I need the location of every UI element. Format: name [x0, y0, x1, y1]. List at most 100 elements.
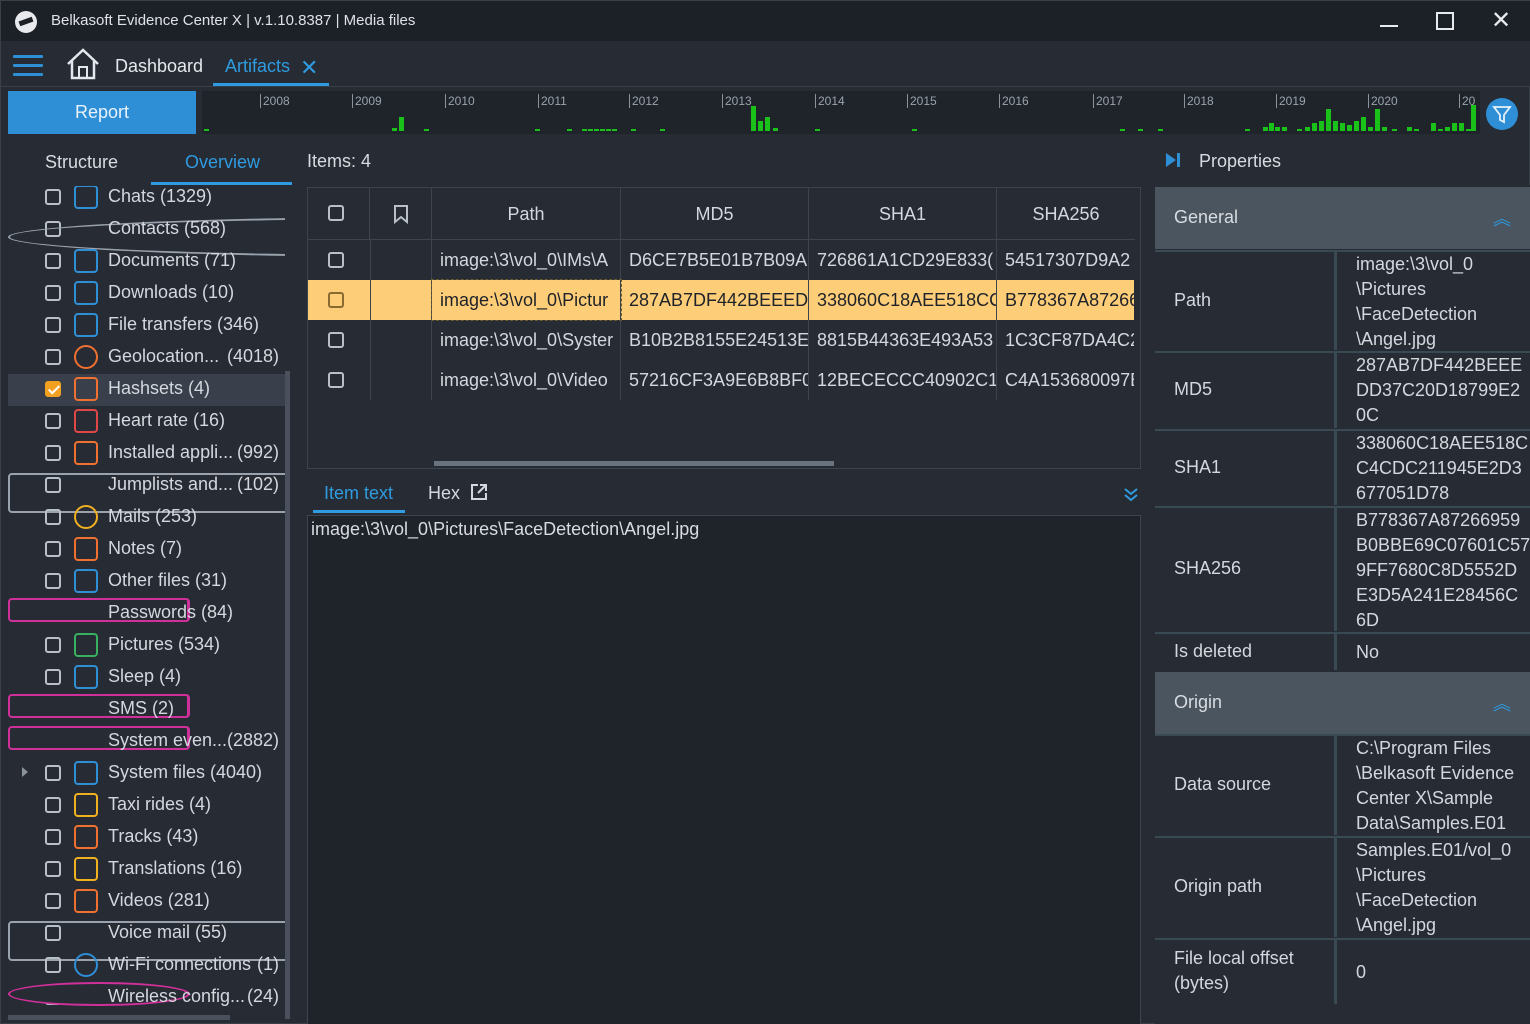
timeline-bar[interactable] [1431, 123, 1436, 131]
tab-dashboard[interactable]: Dashboard [115, 56, 203, 77]
tab-artifacts[interactable]: Artifacts [225, 56, 290, 77]
timeline-bar[interactable] [1452, 123, 1457, 131]
artifact-checkbox[interactable] [45, 765, 61, 781]
timeline-bar[interactable] [535, 129, 540, 131]
timeline-bar[interactable] [1382, 127, 1387, 131]
artifact-checkbox[interactable] [45, 541, 61, 557]
timeline-bar[interactable] [765, 117, 770, 131]
timeline-bar[interactable] [1319, 121, 1324, 131]
property-row[interactable]: Origin path Samples.E01/vol_0 \Pictures \Fa… [1155, 836, 1530, 937]
artifact-type-item[interactable]: Installed appli... (992) [8, 438, 285, 470]
table-row[interactable]: image:\3\vol_0\Pictur 287AB7DF442BEEEDI 33… [308, 279, 1134, 321]
artifact-type-item[interactable]: Other files (31) [8, 566, 285, 598]
item-text-view[interactable] [307, 515, 1141, 1024]
collapse-panel-icon[interactable] [1122, 485, 1140, 503]
timeline-bar[interactable] [1120, 129, 1125, 131]
timeline-bar[interactable] [1158, 129, 1163, 131]
timeline-bar[interactable] [758, 121, 763, 131]
artifact-type-item[interactable]: Geolocation... (4018) [8, 342, 285, 374]
row-bookmark-cell[interactable] [370, 280, 432, 320]
cell-sha1[interactable]: 12BECECCC40902C14 [809, 360, 997, 400]
property-row[interactable]: Is deleted No [1155, 632, 1530, 670]
timeline-bar[interactable] [1305, 127, 1310, 131]
artifact-checkbox[interactable] [45, 413, 61, 429]
timeline-bar[interactable] [424, 129, 429, 131]
grid-horizontal-scrollbar[interactable] [434, 461, 834, 466]
artifact-type-item[interactable]: Documents (71) [8, 246, 285, 278]
table-row[interactable]: image:\3\vol_0\Syster B10B2B8155E24513E 88… [308, 320, 1134, 360]
cell-md5[interactable]: B10B2B8155E24513E [621, 320, 809, 360]
artifact-checkbox[interactable] [45, 445, 61, 461]
timeline-bar[interactable] [751, 106, 756, 131]
artifact-checkbox[interactable] [45, 669, 61, 685]
timeline-bar[interactable] [1459, 123, 1464, 131]
column-header-sha1[interactable]: SHA1 [809, 188, 997, 240]
artifact-checkbox[interactable] [45, 381, 61, 397]
cell-path[interactable]: image:\3\vol_0\IMs\A [432, 240, 621, 280]
artifact-checkbox[interactable] [45, 797, 61, 813]
timeline-bar[interactable] [600, 129, 605, 131]
row-checkbox[interactable] [328, 332, 344, 348]
row-bookmark-cell[interactable] [370, 240, 432, 280]
left-vertical-scrollbar[interactable] [285, 371, 290, 1019]
timeline-bar[interactable] [1445, 127, 1450, 131]
timeline-bar[interactable] [1375, 109, 1380, 131]
cell-sha256[interactable]: C4A153680097E [997, 360, 1134, 400]
timeline-bar[interactable] [1340, 123, 1345, 131]
cell-md5[interactable]: 57216CF3A9E6B8BF0 [621, 360, 809, 400]
cell-path[interactable]: image:\3\vol_0\Pictur [431, 279, 622, 321]
timeline-bar[interactable] [1282, 127, 1287, 131]
artifact-checkbox[interactable] [45, 957, 61, 973]
timeline-bar[interactable] [588, 129, 593, 131]
cell-sha256[interactable]: 1C3CF87DA4C2 [997, 320, 1134, 360]
cell-md5[interactable]: 287AB7DF442BEEEDI [621, 280, 809, 320]
timeline-bar[interactable] [1297, 129, 1302, 131]
timeline-bar[interactable] [606, 129, 611, 131]
tab-hex[interactable]: Hex [428, 483, 460, 504]
artifact-type-item[interactable]: Taxi rides (4) [8, 790, 285, 822]
artifact-type-item[interactable]: Translations (16) [8, 854, 285, 886]
cell-sha256[interactable]: 54517307D9A2 [997, 240, 1134, 280]
timeline-bar[interactable] [1347, 125, 1352, 131]
artifact-type-item[interactable]: Mails (253) [8, 502, 285, 534]
artifact-checkbox[interactable] [45, 829, 61, 845]
timeline-bar[interactable] [1414, 129, 1419, 131]
timeline-bar[interactable] [567, 129, 572, 131]
artifact-type-item[interactable]: Notes (7) [8, 534, 285, 566]
maximize-button[interactable] [1425, 5, 1465, 37]
cell-sha1[interactable]: 8815B44363E493A53 [809, 320, 997, 360]
cell-sha1[interactable]: 338060C18AEE518CC [809, 280, 997, 320]
timeline-bar[interactable] [582, 129, 587, 131]
timeline-bar[interactable] [773, 128, 778, 131]
artifact-checkbox[interactable] [45, 509, 61, 525]
artifact-type-item[interactable]: Jumplists and... (102) [8, 470, 285, 513]
property-row[interactable]: File local offset (bytes) 0 [1155, 938, 1530, 1004]
table-row[interactable]: image:\3\vol_0\Video 57216CF3A9E6B8BF0 12B… [308, 360, 1134, 400]
row-checkbox[interactable] [328, 372, 344, 388]
column-header-sha256[interactable]: SHA256 [997, 188, 1135, 240]
timeline-bar[interactable] [392, 128, 397, 131]
row-bookmark-cell[interactable] [370, 320, 432, 360]
cell-path[interactable]: image:\3\vol_0\Syster [432, 320, 621, 360]
artifact-type-item[interactable]: Sleep (4) [8, 662, 285, 694]
row-checkbox[interactable] [328, 292, 344, 308]
artifact-checkbox[interactable] [45, 573, 61, 589]
select-all-header[interactable] [308, 188, 370, 240]
property-row[interactable]: SHA1 338060C18AEE518C C4CDC211945E2D3 67705… [1155, 429, 1530, 505]
artifact-type-item[interactable]: Downloads (10) [8, 278, 285, 310]
timeline-bar[interactable] [1138, 129, 1143, 131]
artifact-type-item[interactable]: Wireless config... (24) [8, 982, 285, 1014]
artifact-checkbox[interactable] [45, 317, 61, 333]
artifact-checkbox[interactable] [45, 637, 61, 653]
report-button[interactable]: Report [8, 91, 196, 134]
artifact-checkbox[interactable] [45, 189, 61, 205]
column-header-md5[interactable]: MD5 [621, 188, 809, 240]
artifact-type-item[interactable]: Contacts (568) [8, 214, 285, 257]
timeline-bar[interactable] [1368, 127, 1373, 131]
timeline-bar[interactable] [594, 129, 599, 131]
artifact-type-item[interactable]: Heart rate (16) [8, 406, 285, 438]
property-row[interactable]: Path image:\3\vol_0 \Pictures \FaceDetectio… [1155, 250, 1530, 350]
artifact-type-item[interactable]: Voice mail (55) [8, 918, 285, 961]
artifact-checkbox[interactable] [45, 285, 61, 301]
cell-sha1[interactable]: 726861A1CD29E833( [809, 240, 997, 280]
